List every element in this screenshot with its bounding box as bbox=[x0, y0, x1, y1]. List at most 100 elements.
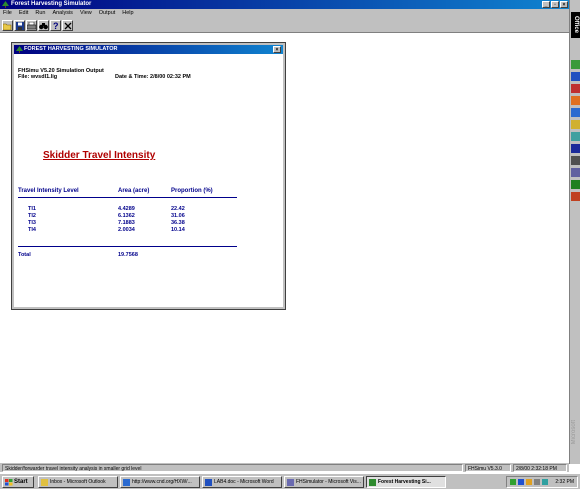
print-button[interactable] bbox=[26, 20, 37, 31]
row-proportion: 10.14 bbox=[171, 227, 185, 233]
row-area: 6.1362 bbox=[118, 213, 135, 219]
report-area: FHSimu V5.20 Simulation Output File: wvs… bbox=[16, 56, 281, 305]
row-proportion: 31.06 bbox=[171, 213, 185, 219]
output-window-title-bar[interactable]: FOREST HARVESTING SIMULATOR × bbox=[14, 45, 283, 54]
status-datetime: 2/8/00 2:32:18 PM bbox=[513, 464, 567, 472]
task-label: LAB4.doc - Microsoft Word bbox=[214, 479, 274, 485]
access-shortcut-icon[interactable] bbox=[571, 96, 580, 105]
powerpoint-shortcut-icon[interactable] bbox=[571, 84, 580, 93]
journal-shortcut-icon[interactable] bbox=[571, 168, 580, 177]
task-visual-basic[interactable]: FHSimulator - Microsoft Vis... bbox=[284, 476, 364, 488]
task-outlook[interactable]: Inbox - Microsoft Outlook bbox=[38, 476, 118, 488]
excel-shortcut-icon[interactable] bbox=[571, 60, 580, 69]
file-label: File: wvsdl1.lig bbox=[18, 74, 58, 80]
row-level: TI4 bbox=[28, 227, 36, 233]
task-browser[interactable]: http://www.cnd.org/HXW/... bbox=[120, 476, 200, 488]
visual-basic-icon bbox=[287, 479, 294, 486]
restore-button[interactable]: ▫ bbox=[551, 1, 559, 8]
minimize-button[interactable]: _ bbox=[542, 1, 550, 8]
task-label: http://www.cnd.org/HXW/... bbox=[132, 479, 192, 485]
start-label: Start bbox=[14, 479, 28, 485]
outlook-shortcut-icon[interactable] bbox=[571, 108, 580, 117]
open-icon bbox=[3, 23, 12, 30]
total-divider bbox=[18, 246, 237, 247]
svg-text:?: ? bbox=[53, 21, 59, 30]
status-version: FHSimu V5.3.0 bbox=[465, 464, 511, 472]
start-button[interactable]: Start bbox=[2, 476, 34, 488]
ie-shortcut-icon[interactable] bbox=[571, 132, 580, 141]
task-word[interactable]: LAB4.doc - Microsoft Word bbox=[202, 476, 282, 488]
date-time-label: Date & Time: 2/8/00 02:32 PM bbox=[115, 74, 191, 80]
print-icon bbox=[27, 21, 36, 29]
close-button[interactable]: × bbox=[560, 1, 568, 8]
microsoft-watermark: Microsoft bbox=[571, 420, 577, 445]
menu-run[interactable]: Run bbox=[35, 9, 45, 18]
tree-app-icon bbox=[2, 1, 9, 8]
row-area: 7.1883 bbox=[118, 220, 135, 226]
help-icon: ? bbox=[53, 21, 59, 30]
menu-analysis[interactable]: Analysis bbox=[52, 9, 72, 18]
help-button[interactable]: ? bbox=[50, 20, 61, 31]
row-area: 4.4289 bbox=[118, 206, 135, 212]
column-header-level: Travel Intensity Level bbox=[18, 188, 79, 194]
new-document-shortcut-icon[interactable] bbox=[571, 180, 580, 189]
network-tray-icon[interactable] bbox=[510, 479, 516, 485]
antivirus-tray-icon[interactable] bbox=[518, 479, 524, 485]
output-close-button[interactable]: × bbox=[273, 46, 281, 53]
menu-output[interactable]: Output bbox=[99, 9, 116, 18]
open-button[interactable] bbox=[2, 20, 13, 31]
save-button[interactable] bbox=[14, 20, 25, 31]
clock[interactable]: 2:32 PM bbox=[555, 477, 574, 487]
find-button[interactable] bbox=[38, 20, 49, 31]
close-x-icon bbox=[64, 22, 71, 29]
total-label: Total bbox=[18, 252, 31, 258]
display-tray-icon[interactable] bbox=[542, 479, 548, 485]
output-window[interactable]: FOREST HARVESTING SIMULATOR × FHSimu V5.… bbox=[11, 42, 286, 310]
volume-tray-icon[interactable] bbox=[534, 479, 540, 485]
system-tray: 2:32 PM bbox=[506, 476, 578, 488]
app-title: Forest Harvesting Simulator bbox=[11, 1, 92, 7]
task-label: Inbox - Microsoft Outlook bbox=[50, 479, 106, 485]
task-label: FHSimulator - Microsoft Vis... bbox=[296, 479, 361, 485]
save-icon bbox=[15, 21, 24, 30]
taskbar: Start Inbox - Microsoft Outlook http://w… bbox=[0, 473, 580, 489]
tree-doc-icon bbox=[16, 46, 23, 53]
toolbar: ? bbox=[0, 18, 569, 33]
task-label: Forest Harvesting Si... bbox=[378, 479, 431, 485]
row-level: TI1 bbox=[28, 206, 36, 212]
app-title-bar[interactable]: Forest Harvesting Simulator _ ▫ × bbox=[0, 0, 569, 9]
output-window-title: FOREST HARVESTING SIMULATOR bbox=[24, 46, 118, 52]
total-area: 19.7568 bbox=[118, 252, 138, 258]
office-logo[interactable]: Office bbox=[571, 12, 580, 38]
column-header-proportion: Proportion (%) bbox=[171, 188, 213, 194]
windows-logo-icon bbox=[5, 479, 13, 486]
status-message: Skidder/forwarder travel intensity analy… bbox=[2, 464, 463, 472]
outlook-inbox-icon bbox=[41, 479, 48, 486]
header-divider bbox=[18, 197, 237, 198]
word-shortcut-icon[interactable] bbox=[571, 72, 580, 81]
menu-help[interactable]: Help bbox=[122, 9, 133, 18]
menu-view[interactable]: View bbox=[80, 9, 92, 18]
column-header-area: Area (acre) bbox=[118, 188, 150, 194]
calendar-shortcut-icon[interactable] bbox=[571, 144, 580, 153]
task-forest-harvesting[interactable]: Forest Harvesting Si... bbox=[366, 476, 446, 488]
tree-app-icon bbox=[369, 479, 376, 486]
row-level: TI2 bbox=[28, 213, 36, 219]
contacts-shortcut-icon[interactable] bbox=[571, 156, 580, 165]
row-proportion: 36.38 bbox=[171, 220, 185, 226]
word-document-icon bbox=[205, 479, 212, 486]
close-doc-button[interactable] bbox=[62, 20, 73, 31]
menu-bar: File Edit Run Analysis View Output Help bbox=[0, 9, 569, 18]
binder-shortcut-icon[interactable] bbox=[571, 120, 580, 129]
scheduler-tray-icon[interactable] bbox=[526, 479, 532, 485]
row-level: TI3 bbox=[28, 220, 36, 226]
browser-icon bbox=[123, 479, 130, 486]
report-title: Skidder Travel Intensity bbox=[43, 150, 156, 161]
row-proportion: 22.42 bbox=[171, 206, 185, 212]
tools-shortcut-icon[interactable] bbox=[571, 192, 580, 201]
office-shortcut-bar: Office Microsoft bbox=[569, 0, 580, 464]
menu-edit[interactable]: Edit bbox=[19, 9, 28, 18]
status-bar: Skidder/forwarder travel intensity analy… bbox=[0, 462, 569, 472]
menu-file[interactable]: File bbox=[3, 9, 12, 18]
binoculars-icon bbox=[39, 22, 48, 29]
